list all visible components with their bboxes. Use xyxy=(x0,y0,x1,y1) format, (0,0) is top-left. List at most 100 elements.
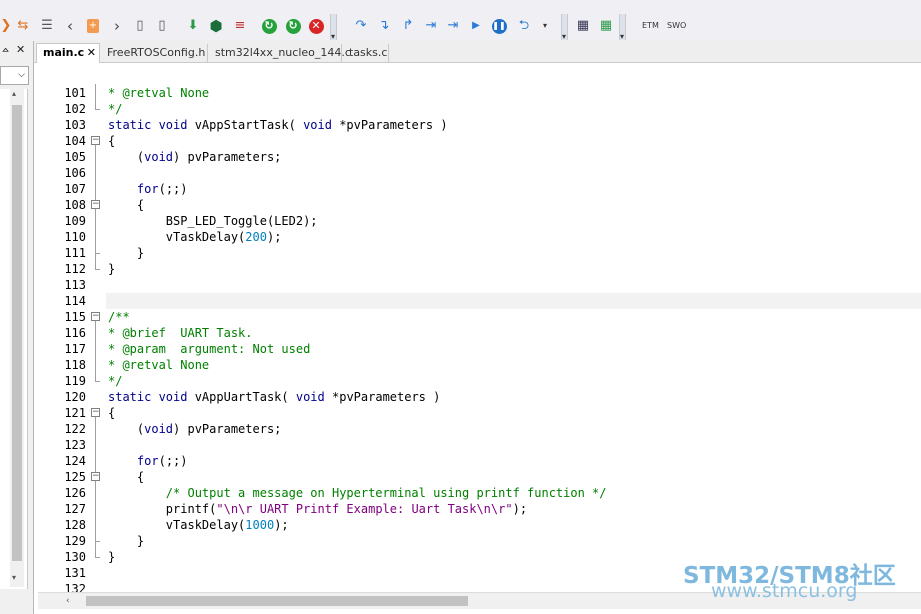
stop-icon[interactable]: ✕ xyxy=(307,17,325,35)
page-next-icon[interactable]: ▯ xyxy=(153,17,171,35)
fold-guide xyxy=(95,84,96,109)
code-line[interactable]: } xyxy=(108,261,115,277)
swo-button[interactable]: SWO xyxy=(667,17,686,35)
run-to-cursor-icon[interactable]: ⇥ xyxy=(422,17,440,35)
code-line[interactable]: for(;;) xyxy=(108,181,188,197)
line-number: 125 xyxy=(64,470,86,484)
run-icon[interactable]: ↻ xyxy=(284,17,302,35)
tab-freertosconfig-h[interactable]: FreeRTOSConfig.h xyxy=(101,44,208,62)
code-editor[interactable]: 101 * @retval None 102 */ 103 static void vAp… xyxy=(38,84,921,592)
code-line[interactable]: */ xyxy=(108,373,122,389)
reset-icon[interactable]: ↻ xyxy=(260,17,278,35)
pin-icon[interactable]: ᅀ xyxy=(1,44,10,59)
fold-end-marker xyxy=(95,109,100,110)
code-line[interactable]: */ xyxy=(108,101,122,117)
code-line[interactable]: { xyxy=(108,133,115,149)
code-line[interactable]: vTaskDelay(200); xyxy=(108,229,282,245)
windows-icon[interactable]: ▦ xyxy=(574,17,592,35)
panel-combo[interactable]: ⌵ xyxy=(0,66,29,85)
code-line[interactable]: (void) pvParameters; xyxy=(108,421,282,437)
code-token: void xyxy=(303,118,332,132)
return-dropdown-icon[interactable]: ▾ xyxy=(536,17,554,35)
bookmark-icon[interactable]: + xyxy=(84,17,102,35)
code-line[interactable]: static void vAppUartTask( void *pvParame… xyxy=(108,389,440,405)
etm-button[interactable]: ETM xyxy=(642,17,659,35)
code-token: BSP_LED_Toggle(LED2); xyxy=(108,214,318,228)
download-icon[interactable]: ⬇ xyxy=(184,17,202,35)
code-token: 1000 xyxy=(245,518,275,532)
code-line[interactable]: (void) pvParameters; xyxy=(108,149,282,165)
line-number: 112 xyxy=(64,262,86,276)
tab-tasks-c[interactable]: tasks.c xyxy=(343,44,389,62)
arrow-icon[interactable]: ❯ xyxy=(0,17,15,35)
code-line[interactable]: { xyxy=(108,405,115,421)
scroll-left-icon[interactable]: ‹ xyxy=(66,596,70,606)
code-line[interactable]: } xyxy=(108,245,144,261)
close-icon[interactable]: ✕ xyxy=(87,44,96,61)
indent-icon[interactable]: ☰ xyxy=(38,17,56,35)
page-prev-icon[interactable]: ▯ xyxy=(131,17,149,35)
tab-stm32l4xx-nucleo-144-c[interactable]: stm32l4xx_nucleo_144.c xyxy=(209,44,351,62)
fold-toggle-icon[interactable]: − xyxy=(91,312,100,321)
close-icon[interactable]: ✕ xyxy=(16,43,25,56)
scroll-thumb[interactable] xyxy=(12,105,22,561)
line-number: 128 xyxy=(64,518,86,532)
step-into-icon[interactable]: ↴ xyxy=(375,17,393,35)
scroll-up-icon[interactable]: ▴ xyxy=(12,89,16,98)
code-token: * @retval None xyxy=(108,86,210,100)
toolbar-grip[interactable] xyxy=(330,14,337,41)
tab-main-c[interactable]: main.c ✕ xyxy=(36,43,100,63)
show-next-icon[interactable]: ⇥ xyxy=(444,17,462,35)
fold-toggle-icon[interactable]: − xyxy=(91,472,100,481)
code-line[interactable]: } xyxy=(108,549,115,565)
panel-scrollbar[interactable]: ▴ ▾ xyxy=(10,89,24,587)
line-number: 129 xyxy=(64,534,86,548)
code-line[interactable]: * @retval None xyxy=(108,357,209,373)
code-line[interactable]: /* Output a message on Hyperterminal usi… xyxy=(108,485,607,501)
code-token: void xyxy=(144,150,174,164)
code-token: void xyxy=(144,422,174,436)
current-line-highlight xyxy=(106,293,921,309)
step-over-icon[interactable]: ↷ xyxy=(352,17,370,35)
code-line[interactable]: { xyxy=(108,469,144,485)
forward-icon[interactable]: › xyxy=(108,17,126,35)
code-token: *pvParameters ) xyxy=(331,118,448,132)
code-line[interactable]: } xyxy=(108,533,144,549)
code-token: } xyxy=(108,534,145,548)
pause-icon[interactable]: ❚❚ xyxy=(490,17,508,35)
fold-toggle-icon[interactable]: − xyxy=(91,136,100,145)
scroll-down-icon[interactable]: ▾ xyxy=(12,573,16,582)
step-out-icon[interactable]: ↱ xyxy=(399,17,417,35)
code-line[interactable]: { xyxy=(108,197,144,213)
code-line[interactable]: /** xyxy=(108,309,130,325)
code-line[interactable]: * @retval None xyxy=(108,85,209,101)
code-line[interactable]: printf("\n\r UART Printf Example: Uart T… xyxy=(108,501,527,517)
toolbar-grip[interactable] xyxy=(561,14,568,41)
fold-toggle-icon[interactable]: − xyxy=(91,408,100,417)
code-token: } xyxy=(108,262,116,276)
code-token: printf( xyxy=(108,502,217,516)
code-line[interactable]: vTaskDelay(1000); xyxy=(108,517,289,533)
code-line[interactable]: static void vAppStartTask( void *pvParam… xyxy=(108,117,448,133)
scroll-thumb[interactable] xyxy=(86,596,468,606)
code-token: ( xyxy=(108,422,145,436)
toolbar-grip[interactable] xyxy=(619,14,626,41)
return-icon[interactable]: ⮌ xyxy=(515,17,533,35)
back-icon[interactable]: ‹ xyxy=(61,17,79,35)
swap-icon[interactable]: ⇆ xyxy=(14,17,32,35)
code-line[interactable]: * @param argument: Not used xyxy=(108,341,310,357)
code-token: { xyxy=(108,198,145,212)
windows2-icon[interactable]: ▦ xyxy=(597,17,615,35)
line-number: 103 xyxy=(64,118,86,132)
code-line[interactable]: * @brief UART Task. xyxy=(108,325,253,341)
code-token: * @param argument: Not used xyxy=(108,342,311,356)
watermark-url: www.stmcu.org xyxy=(711,580,858,602)
code-token: for xyxy=(136,454,159,468)
code-line[interactable]: for(;;) xyxy=(108,453,188,469)
fold-toggle-icon[interactable]: − xyxy=(91,200,100,209)
list-icon[interactable]: ≡ xyxy=(231,17,249,35)
hex-icon[interactable]: ⬢ xyxy=(207,17,225,35)
start-icon[interactable]: ▶ xyxy=(467,17,485,35)
code-token: { xyxy=(108,134,116,148)
code-line[interactable]: BSP_LED_Toggle(LED2); xyxy=(108,213,318,229)
